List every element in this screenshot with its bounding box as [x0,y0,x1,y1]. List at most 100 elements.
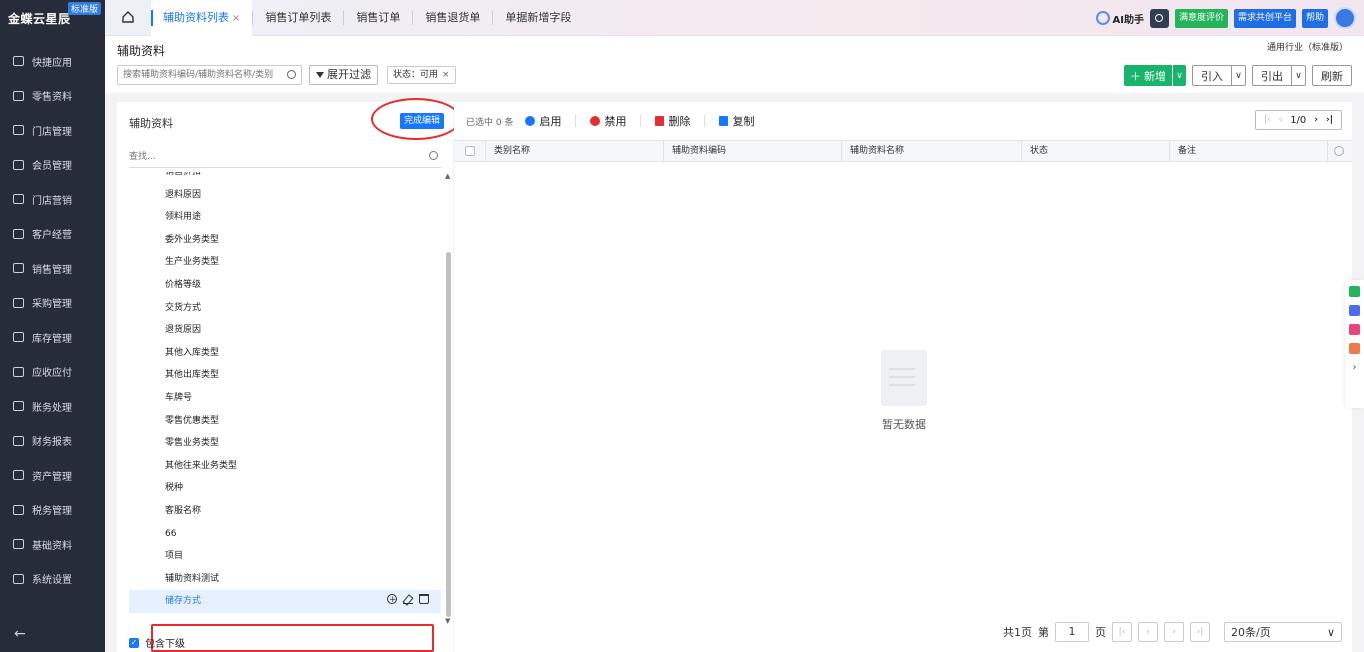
scroll-down-icon[interactable]: ▼ [445,617,450,625]
prev-page-icon[interactable]: ‹ [1279,115,1283,125]
chevron-right-icon[interactable]: › [1353,362,1357,373]
tree-item[interactable]: 其他入库类型 [129,342,441,365]
select-all-checkbox[interactable] [454,141,486,161]
home-icon[interactable] [121,10,135,24]
scroll-up-icon[interactable]: ▲ [445,172,450,180]
sidebar-item[interactable]: 系统设置 [0,562,105,597]
collapse-sidebar-icon[interactable]: ← [14,626,26,642]
new-button-main[interactable]: ＋新增 [1124,68,1172,84]
tab[interactable]: 销售退货单 [413,0,492,36]
edit-icon[interactable] [403,594,413,605]
tree-item[interactable]: 领料用途 [129,206,441,229]
calendar-icon[interactable] [1349,343,1360,354]
sidebar-item[interactable]: 采购管理 [0,286,105,321]
next-page-icon[interactable]: › [1314,115,1318,125]
column-header[interactable]: 状态 [1022,141,1170,161]
column-header[interactable]: 辅助资料名称 [842,141,1022,161]
tree-item[interactable]: 储存方式 [129,589,441,613]
sidebar-item[interactable]: 快捷应用 [0,44,105,79]
tree-item[interactable]: 其他出库类型 [129,364,441,387]
sidebar-item[interactable]: 财务报表 [0,424,105,459]
export-button[interactable]: 引出 ∨ [1252,65,1306,86]
industry-selector[interactable]: 通用行业（标准版） [1260,40,1354,53]
close-icon[interactable]: × [232,13,240,24]
trash-icon[interactable] [419,594,429,605]
satisfaction-button[interactable]: 满意度评价 [1174,8,1228,28]
ai-assistant-button[interactable]: AI助手 [1096,11,1144,26]
tab[interactable]: 销售订单 [344,0,412,36]
column-header[interactable]: 类别名称 [486,141,664,161]
tree-item[interactable]: 生产业务类型 [129,251,441,274]
sidebar-item[interactable]: 基础资料 [0,527,105,562]
sidebar-item[interactable]: 库存管理 [0,320,105,355]
tree-item[interactable]: 车牌号 [129,387,441,410]
new-button[interactable]: ＋新增 ∨ [1124,65,1186,86]
chevron-down-icon[interactable]: ∨ [1231,66,1245,85]
tree-item[interactable]: 销售折扣 [129,172,441,184]
page-size-select[interactable]: 20条/页 ∨ [1224,622,1342,642]
copy-button[interactable]: 复制 [719,113,754,129]
question-icon[interactable] [1349,286,1360,297]
tree-item[interactable]: 零售优惠类型 [129,410,441,433]
expand-filter-button[interactable]: 展开过滤 [309,65,378,85]
sidebar-item[interactable]: 税务管理 [0,493,105,528]
tab[interactable]: 销售订单列表 [253,0,343,36]
tab[interactable]: 辅助资料列表 × [151,0,253,36]
enable-button[interactable]: 启用 [525,113,561,129]
chevron-down-icon[interactable]: ∨ [1172,65,1186,86]
gear-icon[interactable] [1328,141,1350,161]
tree-item[interactable]: 退料原因 [129,184,441,207]
import-button[interactable]: 引入 ∨ [1192,65,1246,86]
tab[interactable]: 单据新增字段 [493,0,583,36]
sidebar-item[interactable]: 门店营销 [0,182,105,217]
first-page-icon[interactable]: |‹ [1264,115,1271,125]
tree-item[interactable]: 66 [129,523,441,546]
next-page-icon[interactable]: › [1164,622,1184,642]
tree-item[interactable]: 辅助资料测试 [129,568,441,591]
sidebar-item[interactable]: 零售资料 [0,79,105,114]
tree-item[interactable]: 交货方式 [129,297,441,320]
chat-icon[interactable] [1349,305,1360,316]
close-icon[interactable]: × [442,70,450,80]
sidebar-item[interactable]: 门店管理 [0,113,105,148]
tree-item[interactable]: 其他往来业务类型 [129,455,441,478]
first-page-icon[interactable]: |‹ [1112,622,1132,642]
column-header[interactable]: 辅助资料编码 [664,141,842,161]
tree-scrollbar[interactable]: ▲ ▼ [445,172,452,625]
tree-item[interactable]: 零售业务类型 [129,432,441,455]
sidebar-item[interactable]: 会员管理 [0,148,105,183]
column-header[interactable]: 备注 [1170,141,1328,161]
status-filter-chip[interactable]: 状态：可用 × [387,66,456,84]
tree-item[interactable]: 客服名称 [129,500,441,523]
search-input[interactable] [118,66,283,84]
delete-button[interactable]: 删除 [655,113,690,129]
tree-search-input[interactable] [129,148,419,166]
tree-item[interactable]: 退货原因 [129,319,441,342]
search-icon[interactable] [287,70,296,79]
sidebar-item[interactable]: 销售管理 [0,251,105,286]
tree-item[interactable]: 价格等级 [129,274,441,297]
tree-item[interactable]: 项目 [129,545,441,568]
search-icon[interactable] [429,151,438,160]
camera-icon[interactable] [1349,324,1360,335]
last-page-icon[interactable]: ›| [1190,622,1210,642]
tree-item[interactable]: 税种 [129,477,441,500]
page-number-input[interactable]: 1 [1055,622,1089,642]
demand-platform-button[interactable]: 需求共创平台 [1233,8,1296,28]
finish-edit-button[interactable]: 完成编辑 [400,113,445,129]
global-search-button[interactable] [1149,8,1169,28]
sidebar-item[interactable]: 客户经营 [0,217,105,252]
last-page-icon[interactable]: ›| [1326,115,1333,125]
add-icon[interactable] [387,589,397,612]
scrollbar-thumb[interactable] [446,252,451,617]
prev-page-icon[interactable]: ‹ [1138,622,1158,642]
sidebar-item[interactable]: 应收应付 [0,355,105,390]
refresh-button[interactable]: 刷新 [1312,65,1352,86]
tree-item[interactable]: 委外业务类型 [129,229,441,252]
include-subordinate-checkbox[interactable]: ✓ 包含下级 [129,635,185,650]
chevron-down-icon[interactable]: ∨ [1291,66,1305,85]
help-button[interactable]: 帮助 [1301,8,1328,28]
app-logo[interactable]: 金蝶云星辰 标准版 [0,0,105,36]
sidebar-item[interactable]: 账务处理 [0,389,105,424]
avatar[interactable] [1334,7,1356,29]
